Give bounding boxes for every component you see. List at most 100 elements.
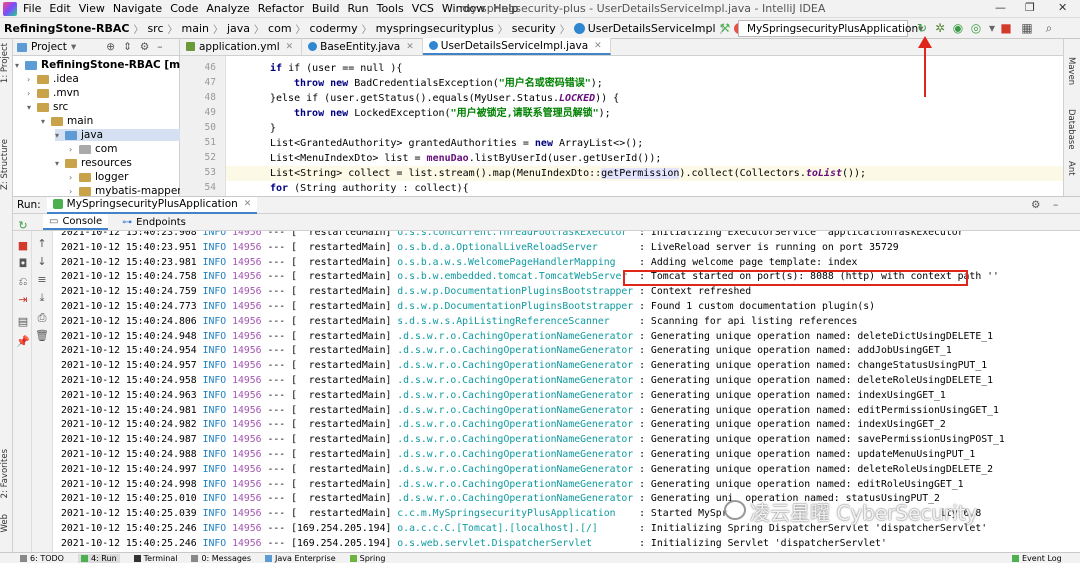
tool-window-maven[interactable]: Maven [1066,57,1076,85]
tool-java-enterprise[interactable]: Java Enterprise [265,554,336,563]
scroll-up-icon[interactable]: ↑ [35,237,49,251]
layout-icon[interactable]: ▤ [16,315,30,329]
tool-window-database[interactable]: Database [1066,109,1076,150]
chevron-down-icon[interactable]: ▾ [71,41,76,53]
pin-icon[interactable]: 📌 [16,335,30,349]
tab-console[interactable]: ▭ Console [43,214,109,230]
tool-spring[interactable]: Spring [349,554,385,563]
breadcrumb-codermy[interactable]: codermy [310,22,358,35]
tree-item-mvn[interactable]: › .mvn [27,87,79,99]
restore-layout-icon[interactable]: ⎌ [16,275,30,289]
collapse-icon[interactable]: ⇕ [123,41,132,53]
exit-icon[interactable]: ⇥ [16,293,30,307]
folder-icon [79,186,91,196]
tree-item-src[interactable]: ▾ src [27,101,68,113]
print-icon[interactable]: ⎙ [35,311,49,325]
tab-application-yml[interactable]: application.yml ✕ [180,38,303,55]
log-timestamp: 2021-10-12 15:40:24.954 [61,345,197,357]
log-timestamp: 2021-10-12 15:40:24.982 [61,419,197,431]
build-hammer-icon[interactable]: ⚒ [718,21,732,35]
breadcrumb-project[interactable]: RefiningStone-RBAC [4,22,129,35]
rerun-icon[interactable]: ↻ [915,21,929,35]
tab-baseentity-java[interactable]: BaseEntity.java ✕ [302,38,423,55]
tool-window-web[interactable]: Web [0,514,13,533]
breadcrumb-java[interactable]: java [227,22,250,35]
breadcrumb-package[interactable]: myspringsecurityplus [376,22,494,35]
more-run-icon[interactable]: ▾ [985,21,999,35]
menu-vcs[interactable]: VCS [412,2,434,15]
log-level: INFO [202,231,227,238]
close-icon[interactable]: ✕ [594,41,602,51]
minimize-button[interactable]: — [995,1,1006,14]
stop-icon[interactable]: ■ [16,239,30,253]
scroll-to-end-icon[interactable]: ⤓ [35,291,49,305]
tool-window-ant[interactable]: Ant [1066,161,1076,176]
close-icon[interactable]: ✕ [286,42,294,52]
project-view-select[interactable]: Project [31,41,67,53]
window-title: my-springsecurity-plus - UserDetailsServ… [460,2,826,15]
log-message: : Generating unique operation named: sav… [639,434,1005,446]
tree-item-resources[interactable]: ▾ resources [55,157,132,169]
tree-item-main[interactable]: ▾ main [41,115,93,127]
log-thread: [ restartedMain] [291,508,392,520]
tree-item-idea[interactable]: › .idea [27,73,79,85]
menu-analyze[interactable]: Analyze [206,2,249,15]
stop-icon[interactable]: ■ [999,21,1013,35]
gear-icon[interactable]: ⚙ [140,41,149,53]
tab-endpoints[interactable]: ⊶ Endpoints [122,217,186,228]
log-pid: 14956 [232,463,262,475]
menu-build[interactable]: Build [312,2,340,15]
breadcrumb-com[interactable]: com [268,22,292,35]
tree-item-java[interactable]: ▾ java [55,129,180,141]
hide-icon[interactable]: – [1053,199,1058,211]
code-editor[interactable]: if if (user == null ){ throw new BadCred… [226,56,1063,196]
menu-tools[interactable]: Tools [377,2,404,15]
log-message: : Generating unique operation named: upd… [639,449,976,460]
code-line: List<GrantedAuthority> grantedAuthoritie… [270,138,644,149]
breadcrumb-main[interactable]: main [182,22,209,35]
profile-icon[interactable]: ◎ [969,21,983,35]
close-icon[interactable]: ✕ [244,199,252,209]
hide-icon[interactable]: – [157,41,162,53]
run-config-tab[interactable]: MySpringsecurityPlusApplication ✕ [46,196,258,214]
breadcrumb-src[interactable]: src [147,22,163,35]
run-configuration-select[interactable]: MySpringsecurityPlusApplication ▾ [738,20,923,37]
tool-window-structure[interactable]: Z: Structure [0,139,13,190]
tree-item-logger[interactable]: › logger [69,171,128,183]
tool-run[interactable]: 4: Run [77,553,120,563]
scroll-down-icon[interactable]: ↓ [35,255,49,269]
rerun-icon[interactable]: ↻ [16,219,30,233]
menu-code[interactable]: Code [170,2,198,15]
close-icon[interactable]: ✕ [406,42,414,52]
tool-window-favorites[interactable]: 2: Favorites [0,449,13,498]
menu-file[interactable]: File [23,2,41,15]
tool-messages[interactable]: 0: Messages [191,554,251,563]
soft-wrap-icon[interactable]: ≡ [35,273,49,287]
tool-terminal[interactable]: Terminal [133,554,177,563]
menu-edit[interactable]: Edit [49,2,70,15]
log-level: INFO [202,375,227,386]
menu-refactor[interactable]: Refactor [258,2,304,15]
clear-all-icon[interactable]: 🗑 [35,329,49,343]
coverage-icon[interactable]: ◉ [951,21,965,35]
breadcrumb-security[interactable]: security [512,22,556,35]
close-button[interactable]: ✕ [1058,1,1067,14]
menu-run[interactable]: Run [348,2,369,15]
maximize-button[interactable]: ❐ [1025,1,1035,14]
gear-icon[interactable]: ⚙ [1031,199,1040,211]
tab-userdetailsserviceimpl-java[interactable]: UserDetailsServiceImpl.java ✕ [422,38,611,55]
tool-event-log[interactable]: Event Log [1012,554,1062,563]
project-structure-icon[interactable]: ▦ [1020,21,1034,35]
search-everywhere-icon[interactable]: ⌕ [1042,21,1056,35]
menu-navigate[interactable]: Navigate [113,2,162,15]
breadcrumb-class[interactable]: UserDetailsServiceImpl [573,22,716,35]
code-line: List<MenuIndexDto> list = menuDao.listBy… [270,153,662,164]
locate-icon[interactable]: ⊕ [106,41,115,53]
tool-todo[interactable]: 6: TODO [20,554,64,563]
menu-view[interactable]: View [79,2,105,15]
log-logger: .d.s.w.r.o.CachingOperationNameGenerator [397,478,634,490]
debug-icon[interactable]: ✲ [933,21,947,35]
tree-item-com[interactable]: › com [69,143,117,155]
tool-window-project[interactable]: 1: Project [0,43,13,83]
camera-icon[interactable]: ◘ [16,257,30,271]
